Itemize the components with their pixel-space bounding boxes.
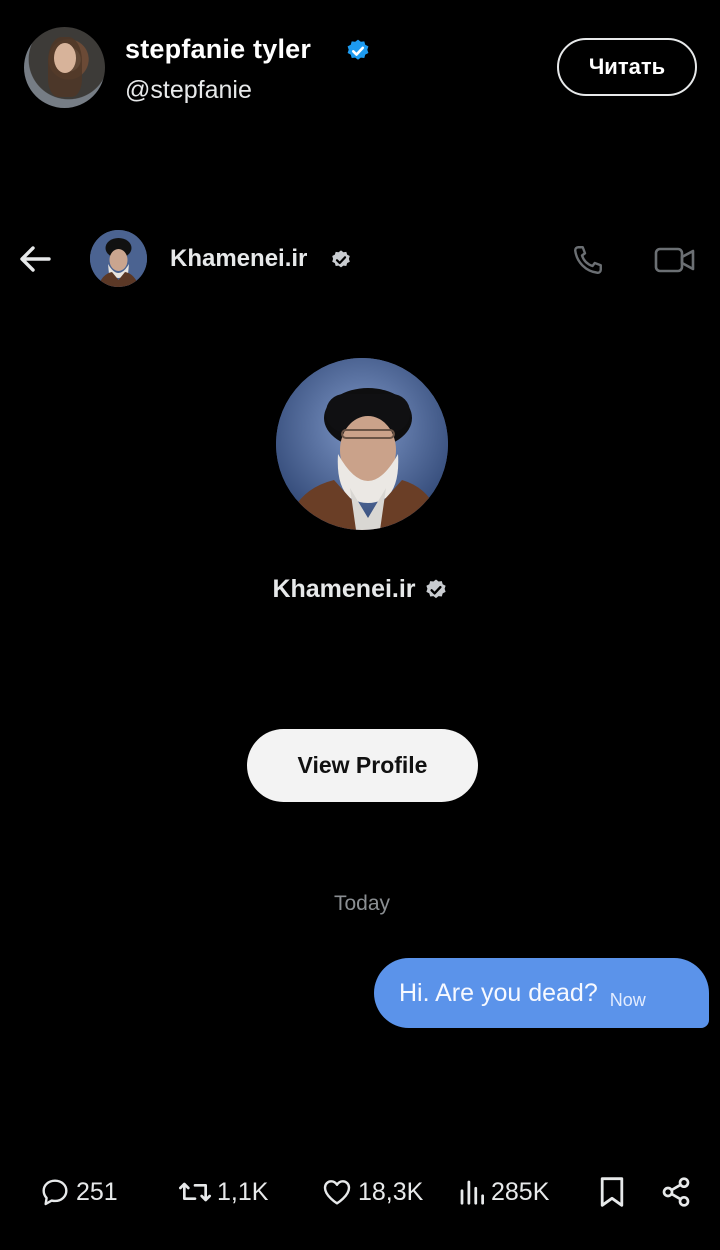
share-action[interactable] xyxy=(660,1172,692,1212)
views-icon xyxy=(460,1180,484,1205)
verified-badge-icon xyxy=(347,39,369,60)
back-arrow-icon[interactable] xyxy=(18,244,52,274)
author-handle[interactable]: @stepfanie xyxy=(125,76,252,105)
follow-button[interactable]: Читать xyxy=(557,38,697,96)
author-avatar[interactable] xyxy=(24,27,105,108)
repost-action[interactable]: 1,1K xyxy=(177,1172,268,1212)
share-icon xyxy=(662,1177,690,1207)
view-profile-button[interactable]: View Profile xyxy=(247,729,478,802)
reply-count: 251 xyxy=(76,1177,118,1206)
chat-contact-name[interactable]: Khamenei.ir xyxy=(170,245,307,273)
contact-avatar-small[interactable] xyxy=(90,230,147,287)
author-name[interactable]: stepfanie tyler xyxy=(125,34,311,65)
date-separator: Today xyxy=(333,892,391,915)
phone-icon[interactable] xyxy=(570,242,606,278)
repost-count: 1,1K xyxy=(217,1177,269,1206)
profile-name-block: Khamenei.ir xyxy=(0,575,720,604)
contact-avatar-large[interactable] xyxy=(276,358,448,530)
repost-icon xyxy=(178,1182,211,1202)
like-icon xyxy=(323,1180,351,1205)
views-action[interactable]: 285K xyxy=(457,1172,549,1212)
message-time: Now xyxy=(609,989,646,1010)
sent-message-bubble[interactable]: Hi. Are you dead? Now xyxy=(374,958,709,1028)
profile-name: Khamenei.ir xyxy=(272,575,416,603)
video-icon[interactable] xyxy=(654,244,696,276)
bookmark-action[interactable] xyxy=(598,1172,626,1212)
like-action[interactable]: 18,3K xyxy=(320,1172,423,1212)
reply-icon xyxy=(42,1179,68,1206)
views-count: 285K xyxy=(491,1177,550,1206)
reply-action[interactable]: 251 xyxy=(38,1172,118,1212)
bookmark-icon xyxy=(600,1177,624,1207)
verified-gray-icon xyxy=(425,579,446,598)
like-count: 18,3K xyxy=(358,1177,424,1206)
verified-gray-icon xyxy=(332,250,350,268)
message-text: Hi. Are you dead? xyxy=(399,978,598,1007)
